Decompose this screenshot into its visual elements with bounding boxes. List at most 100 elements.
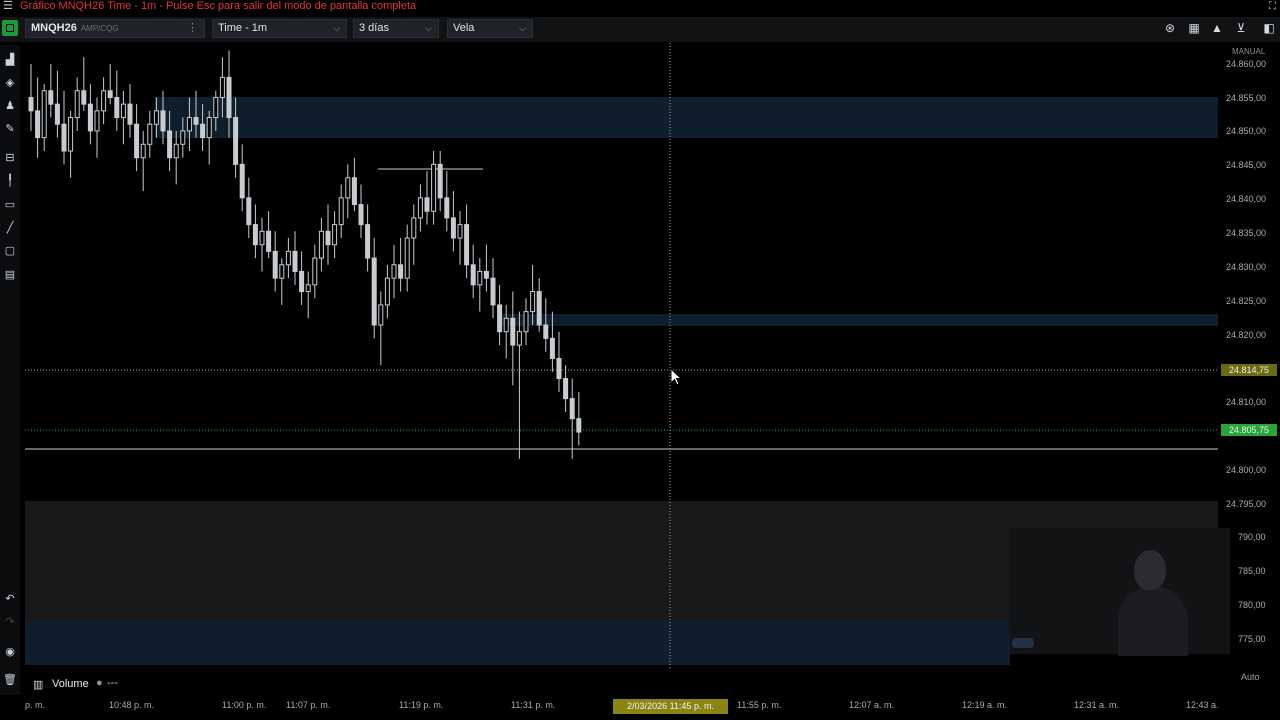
chart-icon[interactable]: ▟ [3,53,17,67]
candle-body [81,90,87,105]
ruler-icon[interactable]: ▭ [3,198,17,212]
line-tool-icon[interactable]: ╱ [3,221,17,235]
candle-body [332,224,338,246]
time-label: 12:19 a. m. [962,700,1008,710]
candle-body [470,264,476,286]
candle-body [477,270,483,286]
exit-fullscreen-icon[interactable]: ⛶ [1269,0,1276,13]
alert-icon[interactable]: ♟ [3,99,17,113]
axis-mode-label[interactable]: MANUAL [1232,47,1265,56]
range-dropdown[interactable]: 3 días ⌵ [353,19,439,38]
candle-body [285,250,291,266]
symbol-label: MNQH26 [31,22,77,34]
trash-icon[interactable]: 🗑 [3,673,17,687]
candle-body [543,324,549,339]
layers-icon[interactable]: ◈ [3,76,17,90]
dom-icon[interactable]: ⊛ [1163,21,1177,35]
undo-icon[interactable]: ↶ [3,592,17,606]
order-icon[interactable]: ⊟ [3,151,17,165]
candle-body [411,217,417,239]
candle-body [391,264,397,279]
candle-body [226,76,232,119]
price-label: 24.825,00 [1226,296,1267,306]
price-label: 24.810,00 [1226,397,1267,407]
vertical-line-icon[interactable]: ╿ [3,174,17,188]
grid-icon[interactable]: ▦ [1187,21,1201,35]
candle-body [523,311,529,333]
time-label: p. m. [25,700,46,710]
redo-icon[interactable]: ↷ [3,615,17,629]
candle-body [193,117,199,125]
visibility-dot-icon[interactable]: ● [96,677,103,689]
candle-body [569,398,575,420]
candle-body [153,110,159,125]
price-label: 24.835,00 [1226,228,1267,238]
candle-body [398,264,404,279]
eye-icon[interactable]: ◉ [3,645,17,659]
volume-axis-label: 785,00 [1238,566,1266,576]
candle-body [457,224,463,239]
price-label: 24.860,00 [1226,59,1267,69]
indicator-chart-icon[interactable]: ▥ [33,678,43,691]
candle-body [549,337,555,359]
volume-label[interactable]: Volume [52,678,89,690]
chevron-down-icon: ⌵ [425,23,432,33]
volume-axis-label: 780,00 [1238,600,1266,610]
auto-scale-button[interactable]: Auto [1241,672,1260,682]
candle-body [464,224,470,266]
more-options-icon[interactable]: ⋮ [187,20,198,37]
time-axis[interactable]: p. m. 10:48 p. m. 11:00 p. m. 11:07 p. m… [0,699,1280,720]
candle-body [272,250,278,279]
supply-zone [155,97,1218,138]
candle-body [516,331,522,346]
panel-icon[interactable]: ◧ [1262,21,1276,35]
draw-tool-icon[interactable]: ✎ [3,122,17,136]
candle-body [94,110,100,132]
candle-body [371,257,377,326]
drawing-sidebar: ▟ ◈ ♟ ✎ ⊟ ╿ ▭ ╱ ▢ ▤ ↶ ↷ ◉ 🗑 [0,45,20,695]
time-label: 12:43 a. [1186,700,1219,710]
hamburger-menu-icon[interactable]: ☰ [3,0,13,13]
candle-body [127,103,133,125]
demand-zone [500,314,1218,326]
candle-body [530,291,536,313]
candle-body [365,224,371,259]
candle-body [312,257,318,286]
chevron-down-icon: ⌵ [333,23,340,33]
price-label: 24.830,00 [1226,262,1267,272]
candle-body [140,143,146,159]
candle-body [384,277,390,306]
volume-zone [25,621,1010,665]
candle-body [186,117,192,132]
indicators-icon[interactable]: ▤ [3,268,17,282]
chart-toolbar: MNQH26 AMP/CQG ⋮ Time - 1m ⌵ 3 días ⌵ Vela ⌵… [0,17,1280,42]
candle-body [233,117,239,165]
webcam-light [1012,638,1034,648]
app-logo-icon[interactable] [2,20,18,36]
candle-body [41,90,47,139]
chart-style-value: Vela [453,22,475,34]
price-label: 24.855,00 [1226,93,1267,103]
title-bar: ☰ Gráfico MNQH26 Time - 1m - Pulse Esc p… [0,0,1280,14]
candle-body [101,90,107,112]
rectangle-icon[interactable]: ▢ [3,244,17,258]
candle-body [180,130,186,145]
range-value: 3 días [359,22,389,34]
symbol-selector[interactable]: MNQH26 AMP/CQG ⋮ [25,19,205,38]
webcam-overlay [1010,528,1230,656]
candle-body [378,304,384,326]
lock-icon[interactable]: ▲ [1210,21,1224,35]
presenter-body [1118,586,1188,656]
interval-dropdown[interactable]: Time - 1m ⌵ [212,19,347,38]
candle-body [450,217,456,239]
trades-icon[interactable]: ⊻ [1234,21,1248,35]
candle-body [510,317,516,346]
price-label: 24.845,00 [1226,160,1267,170]
time-label: 11:55 p. m. [737,700,782,710]
volume-dash: --- [107,677,118,689]
candle-body [266,230,272,252]
time-label: 11:07 p. m. [286,700,331,710]
chevron-down-icon: ⌵ [519,23,526,33]
candle-body [503,317,509,333]
chart-style-dropdown[interactable]: Vela ⌵ [447,19,533,38]
